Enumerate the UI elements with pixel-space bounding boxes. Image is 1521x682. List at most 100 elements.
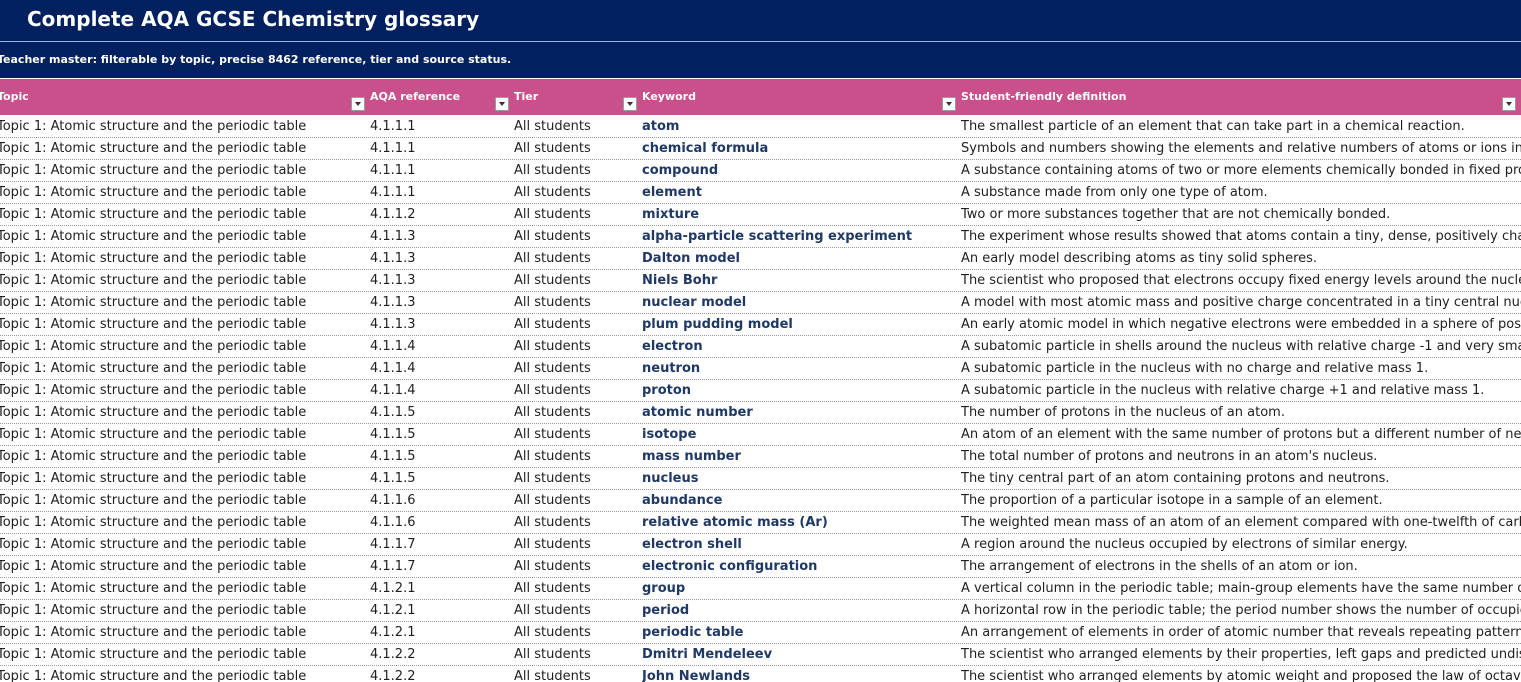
tier-cell[interactable]: All students <box>514 647 638 662</box>
reference-cell[interactable]: 4.1.1.1 <box>370 141 510 156</box>
tier-cell[interactable]: All students <box>514 141 638 156</box>
definition-cell[interactable]: The number of protons in the nucleus of … <box>961 405 1521 420</box>
tier-cell[interactable]: All students <box>514 515 638 530</box>
tier-cell[interactable]: All students <box>514 185 638 200</box>
definition-cell[interactable]: A horizontal row in the periodic table; … <box>961 603 1521 618</box>
topic-cell[interactable]: Topic 1: Atomic structure and the period… <box>0 625 362 640</box>
table-row[interactable]: Topic 1: Atomic structure and the period… <box>0 468 1521 490</box>
topic-cell[interactable]: Topic 1: Atomic structure and the period… <box>0 163 362 178</box>
topic-cell[interactable]: Topic 1: Atomic structure and the period… <box>0 251 362 266</box>
tier-cell[interactable]: All students <box>514 273 638 288</box>
topic-cell[interactable]: Topic 1: Atomic structure and the period… <box>0 405 362 420</box>
reference-cell[interactable]: 4.1.1.5 <box>370 449 510 464</box>
table-row[interactable]: Topic 1: Atomic structure and the period… <box>0 622 1521 644</box>
keyword-cell[interactable]: Dalton model <box>642 251 957 266</box>
table-row[interactable]: Topic 1: Atomic structure and the period… <box>0 270 1521 292</box>
tier-cell[interactable]: All students <box>514 449 638 464</box>
table-row[interactable]: Topic 1: Atomic structure and the period… <box>0 182 1521 204</box>
keyword-cell[interactable]: Dmitri Mendeleev <box>642 647 957 662</box>
topic-cell[interactable]: Topic 1: Atomic structure and the period… <box>0 537 362 552</box>
tier-cell[interactable]: All students <box>514 603 638 618</box>
tier-cell[interactable]: All students <box>514 317 638 332</box>
tier-cell[interactable]: All students <box>514 559 638 574</box>
topic-cell[interactable]: Topic 1: Atomic structure and the period… <box>0 295 362 310</box>
definition-cell[interactable]: The experiment whose results showed that… <box>961 229 1521 244</box>
table-row[interactable]: Topic 1: Atomic structure and the period… <box>0 204 1521 226</box>
definition-cell[interactable]: An atom of an element with the same numb… <box>961 427 1521 442</box>
keyword-cell[interactable]: Niels Bohr <box>642 273 957 288</box>
topic-cell[interactable]: Topic 1: Atomic structure and the period… <box>0 515 362 530</box>
tier-cell[interactable]: All students <box>514 295 638 310</box>
keyword-cell[interactable]: isotope <box>642 427 957 442</box>
keyword-cell[interactable]: nucleus <box>642 471 957 486</box>
keyword-cell[interactable]: periodic table <box>642 625 957 640</box>
table-row[interactable]: Topic 1: Atomic structure and the period… <box>0 160 1521 182</box>
keyword-cell[interactable]: nuclear model <box>642 295 957 310</box>
tier-cell[interactable]: All students <box>514 361 638 376</box>
definition-cell[interactable]: The scientist who proposed that electron… <box>961 273 1521 288</box>
reference-cell[interactable]: 4.1.1.6 <box>370 493 510 508</box>
definition-cell[interactable]: An early atomic model in which negative … <box>961 317 1521 332</box>
filter-dropdown-icon[interactable] <box>942 97 956 111</box>
topic-cell[interactable]: Topic 1: Atomic structure and the period… <box>0 427 362 442</box>
reference-cell[interactable]: 4.1.1.3 <box>370 317 510 332</box>
reference-cell[interactable]: 4.1.1.4 <box>370 339 510 354</box>
topic-cell[interactable]: Topic 1: Atomic structure and the period… <box>0 141 362 156</box>
definition-cell[interactable]: The arrangement of electrons in the shel… <box>961 559 1521 574</box>
topic-cell[interactable]: Topic 1: Atomic structure and the period… <box>0 449 362 464</box>
table-row[interactable]: Topic 1: Atomic structure and the period… <box>0 534 1521 556</box>
reference-cell[interactable]: 4.1.1.7 <box>370 559 510 574</box>
definition-cell[interactable]: Symbols and numbers showing the elements… <box>961 141 1521 156</box>
topic-cell[interactable]: Topic 1: Atomic structure and the period… <box>0 493 362 508</box>
definition-cell[interactable]: A region around the nucleus occupied by … <box>961 537 1521 552</box>
definition-cell[interactable]: A vertical column in the periodic table;… <box>961 581 1521 596</box>
table-row[interactable]: Topic 1: Atomic structure and the period… <box>0 226 1521 248</box>
keyword-cell[interactable]: electron shell <box>642 537 957 552</box>
topic-cell[interactable]: Topic 1: Atomic structure and the period… <box>0 119 362 134</box>
tier-cell[interactable]: All students <box>514 669 638 682</box>
reference-cell[interactable]: 4.1.1.4 <box>370 361 510 376</box>
reference-cell[interactable]: 4.1.1.3 <box>370 295 510 310</box>
topic-cell[interactable]: Topic 1: Atomic structure and the period… <box>0 669 362 682</box>
table-row[interactable]: Topic 1: Atomic structure and the period… <box>0 380 1521 402</box>
definition-cell[interactable]: The smallest particle of an element that… <box>961 119 1521 134</box>
table-row[interactable]: Topic 1: Atomic structure and the period… <box>0 292 1521 314</box>
tier-cell[interactable]: All students <box>514 383 638 398</box>
filter-dropdown-icon[interactable] <box>623 97 637 111</box>
definition-cell[interactable]: The tiny central part of an atom contain… <box>961 471 1521 486</box>
topic-cell[interactable]: Topic 1: Atomic structure and the period… <box>0 383 362 398</box>
reference-cell[interactable]: 4.1.2.1 <box>370 603 510 618</box>
table-row[interactable]: Topic 1: Atomic structure and the period… <box>0 358 1521 380</box>
table-row[interactable]: Topic 1: Atomic structure and the period… <box>0 424 1521 446</box>
definition-cell[interactable]: A substance containing atoms of two or m… <box>961 163 1521 178</box>
table-row[interactable]: Topic 1: Atomic structure and the period… <box>0 336 1521 358</box>
table-row[interactable]: Topic 1: Atomic structure and the period… <box>0 644 1521 666</box>
keyword-cell[interactable]: period <box>642 603 957 618</box>
keyword-cell[interactable]: electron <box>642 339 957 354</box>
tier-cell[interactable]: All students <box>514 537 638 552</box>
reference-cell[interactable]: 4.1.2.1 <box>370 581 510 596</box>
tier-cell[interactable]: All students <box>514 207 638 222</box>
keyword-cell[interactable]: atomic number <box>642 405 957 420</box>
table-row[interactable]: Topic 1: Atomic structure and the period… <box>0 138 1521 160</box>
table-row[interactable]: Topic 1: Atomic structure and the period… <box>0 490 1521 512</box>
keyword-cell[interactable]: atom <box>642 119 957 134</box>
keyword-cell[interactable]: mass number <box>642 449 957 464</box>
reference-cell[interactable]: 4.1.1.1 <box>370 119 510 134</box>
reference-cell[interactable]: 4.1.2.2 <box>370 647 510 662</box>
topic-cell[interactable]: Topic 1: Atomic structure and the period… <box>0 603 362 618</box>
table-row[interactable]: Topic 1: Atomic structure and the period… <box>0 402 1521 424</box>
tier-cell[interactable]: All students <box>514 229 638 244</box>
table-row[interactable]: Topic 1: Atomic structure and the period… <box>0 512 1521 534</box>
topic-cell[interactable]: Topic 1: Atomic structure and the period… <box>0 185 362 200</box>
keyword-cell[interactable]: John Newlands <box>642 669 957 682</box>
topic-cell[interactable]: Topic 1: Atomic structure and the period… <box>0 317 362 332</box>
definition-cell[interactable]: Two or more substances together that are… <box>961 207 1521 222</box>
tier-cell[interactable]: All students <box>514 163 638 178</box>
reference-cell[interactable]: 4.1.1.5 <box>370 405 510 420</box>
definition-cell[interactable]: The proportion of a particular isotope i… <box>961 493 1521 508</box>
tier-cell[interactable]: All students <box>514 581 638 596</box>
topic-cell[interactable]: Topic 1: Atomic structure and the period… <box>0 581 362 596</box>
keyword-cell[interactable]: chemical formula <box>642 141 957 156</box>
table-row[interactable]: Topic 1: Atomic structure and the period… <box>0 116 1521 138</box>
